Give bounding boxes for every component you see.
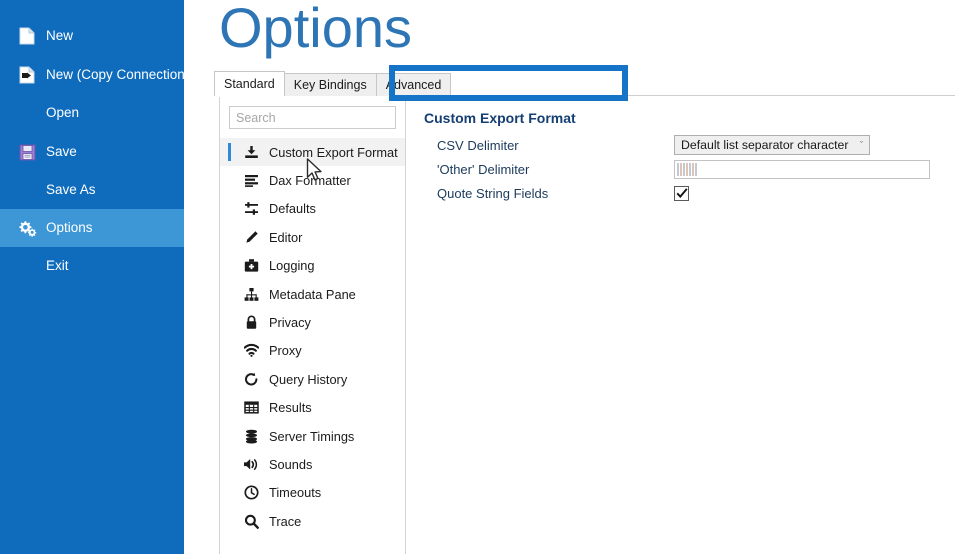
options-list-item-query-history[interactable]: Query History [220,365,405,393]
backstage-item-save[interactable]: Save [0,133,184,171]
pencil-icon [242,228,260,246]
backstage-item-label: Open [46,105,80,121]
options-list-item-privacy[interactable]: Privacy [220,308,405,336]
quote-string-fields-control[interactable] [674,185,689,201]
options-list-item-label: Trace [269,513,302,529]
tab-label: Standard [224,77,275,91]
options-list-item-metadata-pane[interactable]: Metadata Pane [220,280,405,308]
page-title: Options [219,0,412,59]
options-list-item-editor[interactable]: Editor [220,223,405,251]
options-list-item-label: Server Timings [269,428,355,444]
options-list-item-sounds[interactable]: Sounds [220,450,405,478]
field-row-other-delimiter: 'Other' Delimiter [424,158,944,180]
options-list-item-timeouts[interactable]: Timeouts [220,479,405,507]
options-list-item-label: Dax Formatter [269,173,351,189]
options-list-item-custom-export-format[interactable]: Custom Export Format [220,138,405,167]
backstage-menu: New New (Copy Connection) Open Save Save… [0,0,189,554]
search-input[interactable] [229,106,396,129]
csv-delimiter-label: CSV Delimiter [437,137,519,153]
sliders-icon [242,200,260,218]
options-list-item-proxy[interactable]: Proxy [220,337,405,365]
options-list-item-label: Privacy [269,315,311,331]
options-list-item-trace[interactable]: Trace [220,507,405,535]
grid-table-icon [242,399,260,417]
field-row-csv-delimiter: CSV Delimiter Default list separator cha… [424,134,944,156]
backstage-item-label: Options [46,220,93,236]
field-row-quote-string-fields: Quote String Fields [424,182,944,204]
wifi-icon [242,342,260,360]
save-floppy-icon [16,141,38,163]
backstage-item-save-as[interactable]: Save As [0,171,184,209]
options-dialog-window: New New (Copy Connection) Open Save Save… [0,0,955,554]
lock-icon [242,314,260,332]
csv-delimiter-control[interactable]: Default list separator character ˇ [674,135,870,155]
export-download-icon [242,143,260,161]
quote-string-fields-label: Quote String Fields [437,185,549,201]
other-delimiter-input[interactable] [674,159,930,179]
backstage-item-options[interactable]: Options [0,209,184,247]
options-list-item-results[interactable]: Results [220,394,405,422]
tab-key-bindings[interactable]: Key Bindings [283,73,377,96]
options-list-item-label: Defaults [269,201,316,217]
options-list-item-defaults[interactable]: Defaults [220,195,405,223]
backstage-item-new[interactable]: New [0,17,184,55]
database-icon [242,427,260,445]
quote-string-fields-checkbox[interactable] [674,185,689,201]
options-list-item-dax-formatter[interactable]: Dax Formatter [220,166,405,194]
tab-standard[interactable]: Standard [214,71,285,96]
options-list-item-label: Results [269,400,312,416]
gears-icon [16,217,38,239]
backstage-item-label: New (Copy Connection) [46,67,190,83]
search-box[interactable] [229,106,396,129]
options-list-item-label: Proxy [269,343,302,359]
other-delimiter-control[interactable] [674,159,930,179]
options-list-item-label: Metadata Pane [269,286,356,302]
options-list-panel: Custom Export Format Dax Formatter [219,97,406,554]
hierarchy-icon [242,285,260,303]
csv-delimiter-value: Default list separator character [681,138,849,152]
medical-kit-icon [242,257,260,275]
backstage-item-label: Save [46,144,77,160]
tab-label: Key Bindings [293,78,367,92]
chevron-down-icon: ˇ [860,140,863,150]
options-list: Custom Export Format Dax Formatter Defau… [220,138,405,535]
options-list-item-label: Editor [269,229,303,245]
tab-advanced[interactable]: Advanced [375,73,452,96]
backstage-item-label: Save As [46,182,96,198]
backstage-item-exit[interactable]: Exit [0,247,184,285]
options-list-item-label: Sounds [269,456,313,472]
backstage-item-label: Exit [46,258,69,274]
history-clock-icon [242,370,260,388]
checkmark-icon [676,187,688,198]
new-document-icon [16,25,38,47]
options-list-item-label: Logging [269,258,315,274]
tab-strip: Standard Key Bindings Advanced [214,71,452,96]
options-list-item-server-timings[interactable]: Server Timings [220,422,405,450]
options-list-item-label: Query History [269,371,348,387]
backstage-item-open[interactable]: Open [0,94,184,132]
settings-group-heading: Custom Export Format [424,110,576,126]
options-list-item-logging[interactable]: Logging [220,252,405,280]
tab-label: Advanced [385,78,442,92]
new-copy-connection-icon [16,64,38,86]
other-delimiter-label: 'Other' Delimiter [437,161,530,177]
magnifier-icon [242,512,260,530]
backstage-item-label: New [46,28,74,44]
clock-icon [242,484,260,502]
backstage-item-new-copy-connection[interactable]: New (Copy Connection) [0,56,189,94]
csv-delimiter-dropdown[interactable]: Default list separator character ˇ [674,135,870,155]
speaker-icon [242,455,260,473]
format-lines-icon [242,172,260,190]
options-list-item-label: Custom Export Format [269,144,398,160]
options-list-item-label: Timeouts [269,485,322,501]
options-content-area: Options Standard Key Bindings Advanced S… [184,0,955,554]
